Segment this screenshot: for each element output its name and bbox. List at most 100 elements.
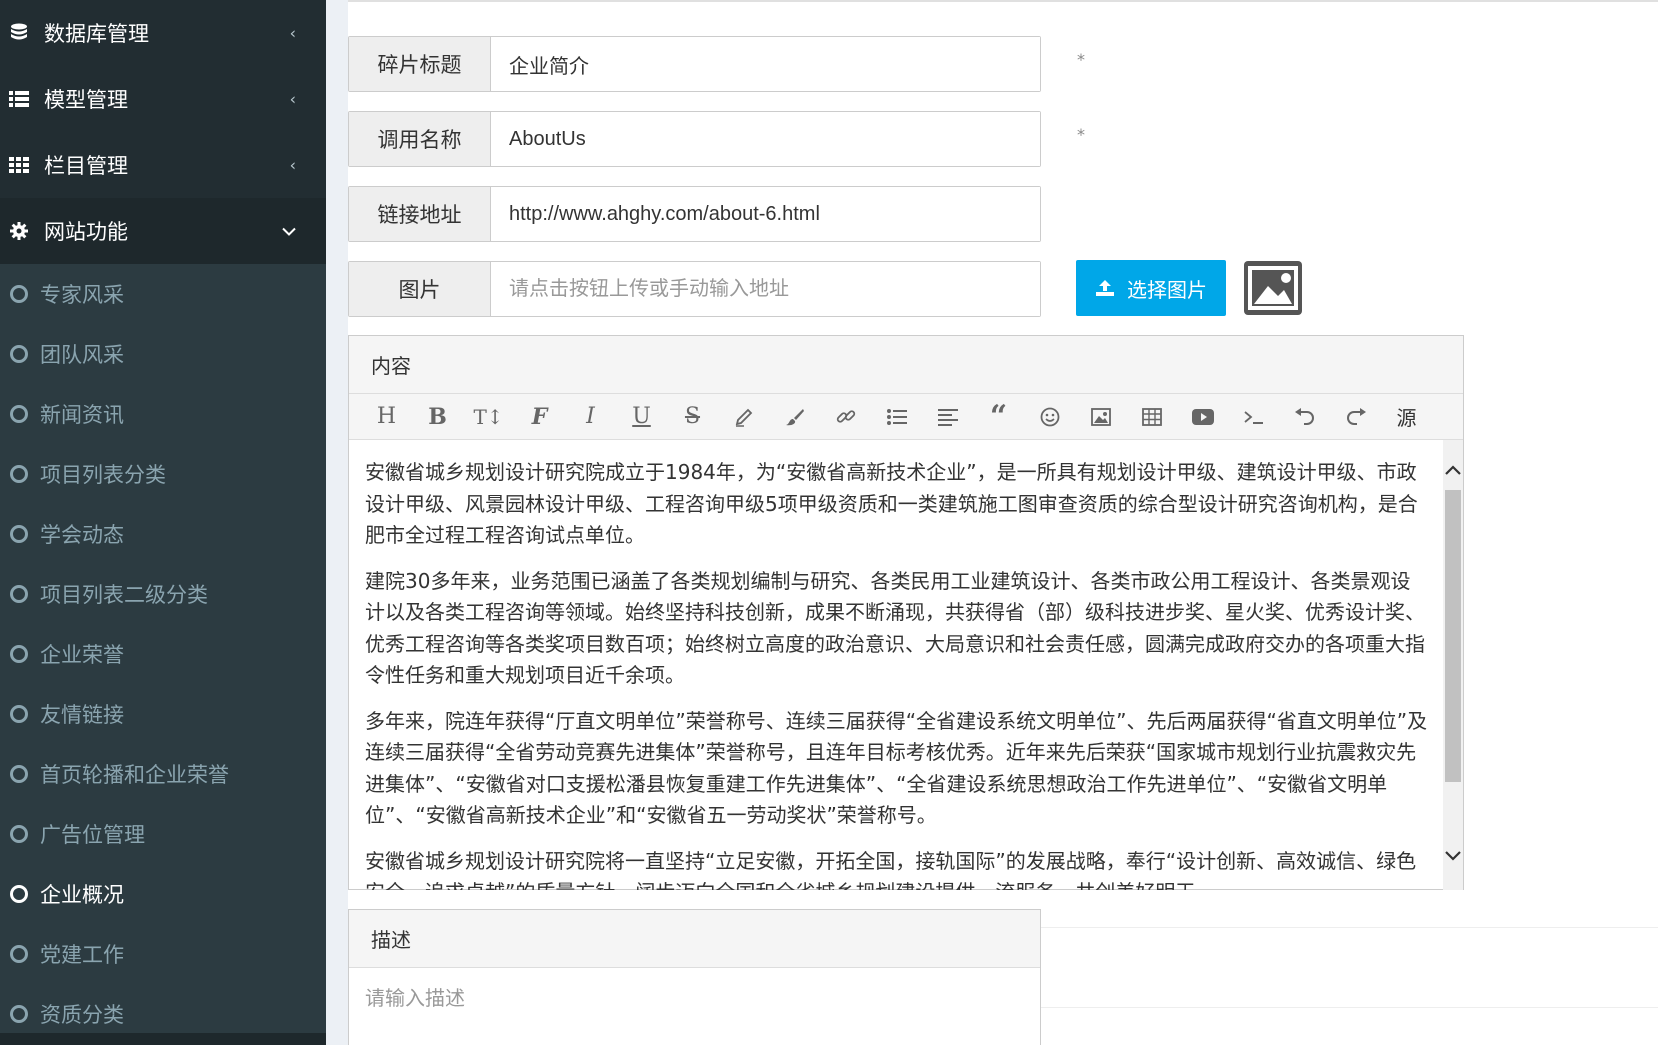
link-label: 链接地址 bbox=[349, 187, 491, 241]
sidebar-item-party-building[interactable]: 党建工作 bbox=[0, 924, 326, 984]
redo-icon[interactable] bbox=[1330, 394, 1381, 440]
emoji-icon[interactable] bbox=[1024, 394, 1075, 440]
scroll-down-icon[interactable] bbox=[1443, 846, 1463, 866]
sidebar-item-society-news[interactable]: 学会动态 bbox=[0, 504, 326, 564]
gear-icon bbox=[8, 220, 30, 242]
list-icon bbox=[8, 88, 30, 110]
content-editor: 内容 H B T↕ F I U S “ 源 安徽省城乡规划设计研究院成立于198… bbox=[348, 335, 1464, 890]
description-input[interactable] bbox=[349, 968, 1040, 1045]
heading-icon[interactable]: H bbox=[361, 394, 412, 440]
circle-icon bbox=[10, 705, 28, 723]
sidebar-item-friend-links[interactable]: 友情链接 bbox=[0, 684, 326, 744]
italic-icon[interactable]: I bbox=[565, 394, 616, 440]
align-icon[interactable] bbox=[922, 394, 973, 440]
sidebar-item-experts[interactable]: 专家风采 bbox=[0, 264, 326, 324]
sidebar-footer-strip bbox=[0, 1033, 326, 1045]
call-name-field: 调用名称 bbox=[348, 111, 1041, 167]
title-field: 碎片标题 bbox=[348, 36, 1041, 92]
main-area: 碎片标题 * 调用名称 * 链接地址 图片 选择图片 内容 bbox=[326, 0, 1658, 1045]
link-input[interactable] bbox=[491, 187, 1040, 241]
title-label: 碎片标题 bbox=[349, 37, 491, 91]
content-paragraph: 建院30多年来，业务范围已涵盖了各类规划编制与研究、各类民用工业建筑设计、各类市… bbox=[365, 568, 1425, 688]
link-field: 链接地址 bbox=[348, 186, 1041, 242]
sidebar-item-company-overview[interactable]: 企业概况 bbox=[0, 864, 326, 924]
chevron-left-icon: ‹ bbox=[289, 155, 296, 175]
menu-group-label: 模型管理 bbox=[44, 88, 128, 112]
bold-icon[interactable]: B bbox=[412, 394, 463, 440]
sidebar-item-project-subcategory[interactable]: 项目列表二级分类 bbox=[0, 564, 326, 624]
circle-icon bbox=[10, 345, 28, 363]
sidebar-item-project-category[interactable]: 项目列表分类 bbox=[0, 444, 326, 504]
sidebar-item-honors[interactable]: 企业荣誉 bbox=[0, 624, 326, 684]
code-icon[interactable] bbox=[1228, 394, 1279, 440]
circle-icon bbox=[10, 1005, 28, 1023]
content-paragraph: 多年来，院连年获得“厅直文明单位”荣誉称号、连续三届获得“全省建设系统文明单位”… bbox=[365, 708, 1428, 828]
image-url-input[interactable] bbox=[491, 262, 1040, 316]
sidebar-item-label: 党建工作 bbox=[40, 943, 124, 967]
sidebar-item-news[interactable]: 新闻资讯 bbox=[0, 384, 326, 444]
title-input[interactable] bbox=[491, 37, 1040, 91]
scroll-up-icon[interactable] bbox=[1443, 460, 1463, 480]
font-size-icon[interactable]: T↕ bbox=[463, 394, 514, 440]
sidebar-item-label: 新闻资讯 bbox=[40, 403, 124, 427]
required-mark: * bbox=[1077, 125, 1085, 144]
circle-icon bbox=[10, 885, 28, 903]
brush-icon[interactable] bbox=[769, 394, 820, 440]
sidebar-item-label: 广告位管理 bbox=[40, 823, 145, 847]
sidebar-item-home-carousel[interactable]: 首页轮播和企业荣誉 bbox=[0, 744, 326, 804]
required-mark: * bbox=[1077, 50, 1085, 69]
scrollbar-thumb[interactable] bbox=[1445, 490, 1461, 782]
font-family-icon[interactable]: F bbox=[514, 394, 565, 440]
circle-icon bbox=[10, 585, 28, 603]
menu-group-database[interactable]: 数据库管理 ‹ bbox=[0, 0, 326, 66]
database-icon bbox=[8, 22, 30, 44]
menu-group-label: 网站功能 bbox=[44, 220, 128, 244]
sidebar: 数据库管理 ‹ 模型管理 ‹ 栏目管理 ‹ 网站功能 专家风采 团队风采 新闻资… bbox=[0, 0, 326, 1045]
source-code-button[interactable]: 源 bbox=[1381, 394, 1432, 440]
circle-icon bbox=[10, 465, 28, 483]
editor-scrollbar[interactable] bbox=[1443, 440, 1463, 890]
chevron-left-icon: ‹ bbox=[289, 89, 296, 109]
content-paragraph: 安徽省城乡规划设计研究院成立于1984年，为“安徽省高新技术企业”，是一所具有规… bbox=[365, 460, 1418, 547]
video-icon[interactable] bbox=[1177, 394, 1228, 440]
pencil-icon[interactable] bbox=[718, 394, 769, 440]
chevron-left-icon: ‹ bbox=[289, 23, 296, 43]
divider bbox=[1041, 1007, 1658, 1008]
menu-group-column[interactable]: 栏目管理 ‹ bbox=[0, 132, 326, 198]
sidebar-item-label: 专家风采 bbox=[40, 283, 124, 307]
select-image-label: 选择图片 bbox=[1127, 277, 1207, 302]
sidebar-item-label: 团队风采 bbox=[40, 343, 124, 367]
strikethrough-icon[interactable]: S bbox=[667, 394, 718, 440]
bullet-list-icon[interactable] bbox=[871, 394, 922, 440]
menu-group-label: 栏目管理 bbox=[44, 154, 128, 178]
image-preview-icon[interactable] bbox=[1244, 261, 1302, 315]
menu-group-model[interactable]: 模型管理 ‹ bbox=[0, 66, 326, 132]
sidebar-item-label: 友情链接 bbox=[40, 703, 124, 727]
image-field: 图片 bbox=[348, 261, 1041, 317]
underline-icon[interactable]: U bbox=[616, 394, 667, 440]
circle-icon bbox=[10, 285, 28, 303]
select-image-button[interactable]: 选择图片 bbox=[1076, 260, 1226, 316]
call-name-label: 调用名称 bbox=[349, 112, 491, 166]
editor-toolbar: H B T↕ F I U S “ 源 bbox=[349, 394, 1463, 440]
image-label: 图片 bbox=[349, 262, 491, 316]
quote-icon[interactable]: “ bbox=[973, 394, 1024, 440]
sidebar-item-label: 企业荣誉 bbox=[40, 643, 124, 667]
undo-icon[interactable] bbox=[1279, 394, 1330, 440]
chevron-down-icon bbox=[282, 222, 296, 241]
grid-icon bbox=[8, 154, 30, 176]
sidebar-item-ad-slots[interactable]: 广告位管理 bbox=[0, 804, 326, 864]
circle-icon bbox=[10, 825, 28, 843]
link-icon[interactable] bbox=[820, 394, 871, 440]
call-name-input[interactable] bbox=[491, 112, 1040, 166]
circle-icon bbox=[10, 525, 28, 543]
content-paragraph: 安徽省城乡规划设计研究院将一直坚持“立足安徽，开拓全国，接轨国际”的发展战略，奉… bbox=[365, 848, 1417, 891]
submenu-site-functions: 专家风采 团队风采 新闻资讯 项目列表分类 学会动态 项目列表二级分类 企业荣誉… bbox=[0, 264, 326, 1044]
table-icon[interactable] bbox=[1126, 394, 1177, 440]
sidebar-item-team[interactable]: 团队风采 bbox=[0, 324, 326, 384]
menu-group-site-functions[interactable]: 网站功能 bbox=[0, 198, 326, 264]
insert-image-icon[interactable] bbox=[1075, 394, 1126, 440]
content-text-area[interactable]: 安徽省城乡规划设计研究院成立于1984年，为“安徽省高新技术企业”，是一所具有规… bbox=[349, 440, 1445, 890]
description-label: 描述 bbox=[349, 910, 1040, 968]
sidebar-item-label: 企业概况 bbox=[40, 883, 124, 907]
